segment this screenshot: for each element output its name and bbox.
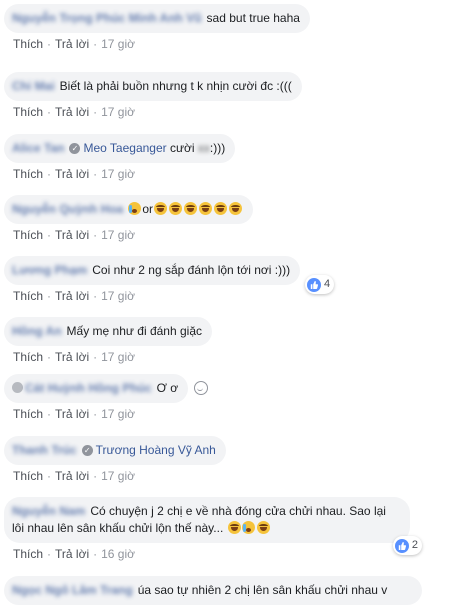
comment-actions: Thích · Trả lời · 17 giờ bbox=[13, 167, 135, 181]
comment-bubble: Thanh Trúc ✓ Trương Hoàng Vỹ Anh bbox=[4, 436, 226, 465]
comment-actions: Thích · Trả lời · 17 giờ bbox=[13, 289, 135, 303]
comment-author[interactable]: Nguyễn Quỳnh Hoa bbox=[12, 201, 123, 218]
comment-time[interactable]: 17 giờ bbox=[101, 37, 135, 51]
comment: Chi Mai Biết là phải buồn nhưng t k nhịn … bbox=[4, 72, 439, 119]
comment: Cát Huỳnh Hồng Phúc Ơ ơ Thích · Trả lời · 17 … bbox=[4, 374, 439, 421]
reply-link[interactable]: Trả lời bbox=[55, 105, 89, 119]
grimacing-emoji-icon bbox=[241, 521, 255, 534]
mentioned-user[interactable]: Meo Taeganger bbox=[83, 141, 166, 155]
comment-actions: Thích · Trả lời · 16 giờ bbox=[13, 547, 135, 561]
reply-link[interactable]: Trả lời bbox=[55, 228, 89, 242]
reply-link[interactable]: Trả lời bbox=[55, 167, 89, 181]
comment-text: sad but true haha bbox=[206, 11, 300, 25]
blurred-text: xx bbox=[197, 141, 210, 155]
comment-bubble: Chi Mai Biết là phải buồn nhưng t k nhịn … bbox=[4, 72, 302, 101]
comment-text-end: :))) bbox=[209, 141, 226, 155]
laughing-emoji-icon bbox=[184, 202, 198, 215]
laughing-emoji-icon bbox=[256, 521, 270, 534]
reaction-summary[interactable]: 4 bbox=[304, 275, 335, 294]
reply-link[interactable]: Trả lời bbox=[55, 469, 89, 483]
like-link[interactable]: Thích bbox=[13, 547, 43, 561]
reply-link[interactable]: Trả lời bbox=[55, 407, 89, 421]
like-link[interactable]: Thích bbox=[13, 167, 43, 181]
comment-text: Mấy mẹ như đi đánh giặc bbox=[66, 324, 202, 338]
comment-actions: Thích · Trả lời · 17 giờ bbox=[13, 469, 135, 483]
like-reaction-icon bbox=[394, 538, 409, 553]
comment-time[interactable]: 17 giờ bbox=[101, 167, 135, 181]
comment: Lương Phạm Coi như 2 ng sắp đánh lộn tới … bbox=[4, 256, 439, 303]
comment-author[interactable]: Alice Tan bbox=[12, 140, 64, 157]
comment-author[interactable]: Thanh Trúc bbox=[12, 442, 77, 459]
comment-bubble: Lương Phạm Coi như 2 ng sắp đánh lộn tới … bbox=[4, 256, 335, 294]
comment-author[interactable]: Ngọc Ngô Lâm Trang bbox=[12, 582, 133, 599]
laughing-emoji-icon bbox=[199, 202, 213, 215]
comment-actions: Thích · Trả lời · 17 giờ bbox=[13, 350, 135, 364]
comment-time[interactable]: 16 giờ bbox=[101, 547, 135, 561]
comment-text: Biết là phải buồn nhưng t k nhịn cười đc… bbox=[59, 79, 292, 93]
like-link[interactable]: Thích bbox=[13, 350, 43, 364]
comment: Hồng An Mấy mẹ như đi đánh giặc Thích · Trả… bbox=[4, 317, 439, 364]
comment-actions: Thích · Trả lời · 17 giờ bbox=[13, 228, 135, 242]
laughing-emoji-icon bbox=[227, 521, 241, 534]
verified-check-icon: ✓ bbox=[69, 143, 81, 154]
comment-time[interactable]: 17 giờ bbox=[101, 105, 135, 119]
comment: Alice Tan ✓ Meo Taeganger cười xx:))) Thíc… bbox=[4, 134, 439, 181]
comment-author[interactable]: Chi Mai bbox=[12, 78, 55, 95]
comment-author[interactable]: Cát Huỳnh Hồng Phúc bbox=[25, 380, 152, 397]
laughing-emoji-icon bbox=[229, 202, 243, 215]
reaction-summary[interactable]: 2 bbox=[392, 536, 422, 555]
like-link[interactable]: Thích bbox=[13, 289, 43, 303]
comment-actions: Thích · Trả lời · 17 giờ bbox=[13, 105, 135, 119]
comment-bubble: Nguyễn Quỳnh Hoa or bbox=[4, 195, 254, 224]
comment-text: Ơ ơ bbox=[156, 381, 179, 395]
reply-link[interactable]: Trả lời bbox=[55, 350, 89, 364]
comment-text: cười bbox=[170, 141, 195, 155]
reply-link[interactable]: Trả lời bbox=[55, 289, 89, 303]
like-link[interactable]: Thích bbox=[13, 228, 43, 242]
laughing-emoji-icon bbox=[214, 202, 228, 215]
comment-bubble: Nguyễn Nam Có chuyện j 2 chị e về nhà đón… bbox=[4, 497, 422, 555]
comment-author[interactable]: Hồng An bbox=[12, 323, 62, 340]
comment-actions: Thích · Trả lời · 17 giờ bbox=[13, 407, 135, 421]
comment-bubble: Alice Tan ✓ Meo Taeganger cười xx:))) bbox=[4, 134, 236, 163]
reaction-count: 4 bbox=[323, 278, 331, 290]
comment-time[interactable]: 17 giờ bbox=[101, 407, 135, 421]
emoji-reaction-icon[interactable] bbox=[194, 381, 209, 395]
like-link[interactable]: Thích bbox=[13, 37, 43, 51]
like-reaction-icon bbox=[306, 277, 321, 292]
comment-text: Coi như 2 ng sắp đánh lộn tới nơi :))) bbox=[92, 263, 291, 277]
mentioned-user[interactable]: Trương Hoàng Vỹ Anh bbox=[96, 443, 216, 457]
comment-time[interactable]: 17 giờ bbox=[101, 289, 135, 303]
reply-link[interactable]: Trả lời bbox=[55, 547, 89, 561]
comment-time[interactable]: 17 giờ bbox=[101, 350, 135, 364]
comment-time[interactable]: 17 giờ bbox=[101, 228, 135, 242]
comment: Thanh Trúc ✓ Trương Hoàng Vỹ Anh Thích · Trả… bbox=[4, 436, 439, 483]
comment: Nguyễn Quỳnh Hoa or Thích · Trả lời · 17 giờ bbox=[4, 195, 439, 242]
like-link[interactable]: Thích bbox=[13, 105, 43, 119]
comment: Nguyễn Trọng Phúc Minh Anh Vũ sad but tru… bbox=[4, 4, 439, 51]
comment-author[interactable]: Nguyễn Trọng Phúc Minh Anh Vũ bbox=[12, 10, 202, 27]
like-link[interactable]: Thích bbox=[13, 469, 43, 483]
comment-author[interactable]: Nguyễn Nam bbox=[12, 503, 85, 520]
avatar-icon bbox=[12, 382, 23, 393]
laughing-emoji-icon bbox=[169, 202, 183, 215]
comment-author[interactable]: Lương Phạm bbox=[12, 262, 87, 279]
comment: Nguyễn Nam Có chuyện j 2 chị e về nhà đón… bbox=[4, 497, 439, 561]
comment-bubble: Ngọc Ngô Lâm Trang úa sao tự nhiên 2 chị … bbox=[4, 576, 422, 605]
reply-link[interactable]: Trả lời bbox=[55, 37, 89, 51]
verified-check-icon: ✓ bbox=[81, 445, 93, 456]
comment-bubble: Cát Huỳnh Hồng Phúc Ơ ơ bbox=[4, 374, 189, 403]
reaction-count: 2 bbox=[411, 539, 418, 551]
crying-emoji-icon bbox=[128, 202, 142, 215]
like-link[interactable]: Thích bbox=[13, 407, 43, 421]
laughing-emoji-icon bbox=[154, 202, 168, 215]
comment-bubble: Nguyễn Trọng Phúc Minh Anh Vũ sad but tru… bbox=[4, 4, 310, 33]
comment: Ngọc Ngô Lâm Trang úa sao tự nhiên 2 chị … bbox=[4, 576, 439, 605]
comment-text: úa sao tự nhiên 2 chị lên sân khấu chửi … bbox=[137, 583, 388, 597]
comment-bubble: Hồng An Mấy mẹ như đi đánh giặc bbox=[4, 317, 212, 346]
comment-actions: Thích · Trả lời · 17 giờ bbox=[13, 37, 135, 51]
comment-time[interactable]: 17 giờ bbox=[101, 469, 135, 483]
comment-text: or bbox=[142, 202, 154, 216]
